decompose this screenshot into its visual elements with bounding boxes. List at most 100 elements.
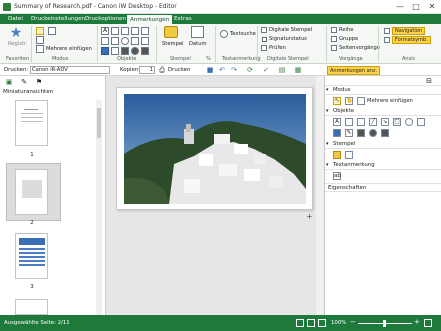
tab-druckeinstellungen[interactable]: Druckeinstellungen [28,14,88,24]
printer-icon[interactable]: ⎙ [158,66,166,74]
highlight-icon[interactable] [357,118,365,126]
document-view[interactable]: + [106,76,324,315]
tab-anmerkungen[interactable]: Anmerkungen [126,14,174,24]
document-page[interactable] [116,87,313,210]
group-label[interactable]: Gruppe [339,36,358,42]
printer-select[interactable]: Canon iR-ADV [30,66,110,74]
tab-druckoptionen[interactable]: Druckoptionen [82,14,129,24]
signature-status-checkbox[interactable] [262,37,267,42]
order-icon[interactable] [331,27,337,33]
zoom-slider-thumb[interactable] [383,320,386,327]
section-eigenschaften[interactable]: Eigenschaften [325,183,441,192]
pen-icon[interactable] [101,37,109,45]
line-icon[interactable] [131,27,139,35]
rotate-icon[interactable]: ⟳ [246,66,254,74]
polygon-icon[interactable] [131,37,139,45]
document-scrollbar[interactable] [316,76,324,315]
text-box-icon[interactable]: A [333,118,341,126]
navigation-button[interactable]: Navigation [392,27,425,35]
arrow-icon[interactable]: ↘ [381,118,389,126]
stamp-label[interactable]: Stempel [162,41,184,47]
group-icon[interactable] [331,36,337,42]
save-icon[interactable]: ■ [206,66,214,74]
maximize-button[interactable]: □ [408,0,424,14]
date-stamp-icon[interactable] [191,26,204,38]
tab-extras[interactable]: Extras [171,14,195,24]
filled-rectangle-icon[interactable] [121,47,129,55]
copies-input[interactable]: 1 [139,66,155,74]
digital-stamp-icon[interactable] [261,27,267,33]
fit-page-icon[interactable] [424,319,432,327]
thumbnail-page-4[interactable] [15,299,48,315]
filled-ellipse-icon[interactable] [131,47,139,55]
image-icon[interactable] [333,129,341,137]
stamp-icon[interactable] [164,26,178,38]
arrow-icon[interactable] [141,27,149,35]
select-cursor-icon[interactable]: ↖ [333,97,341,105]
text-search-icon[interactable] [220,30,228,38]
rectangle-icon[interactable] [111,37,119,45]
line-icon[interactable]: ╱ [369,118,377,126]
filled-polygon-icon[interactable] [141,47,149,55]
format-symbol-button[interactable]: Formatsymb. [392,36,431,44]
note-icon[interactable] [345,118,353,126]
check-icon[interactable]: ✓ [262,66,270,74]
text-box-icon[interactable]: A [101,27,109,35]
text-annotation-icon[interactable]: ab [333,172,341,180]
format-symbol-icon[interactable] [384,37,390,43]
star-icon[interactable]: ★ [9,26,23,40]
tab-datei[interactable]: Datei [5,14,26,24]
page-icon[interactable]: ▤ [278,66,286,74]
thumbnail-scrollbar[interactable] [96,100,102,315]
layout-icon[interactable]: ▦ [294,66,302,74]
select-cursor-icon[interactable] [36,27,44,35]
highlight-icon[interactable] [121,27,129,35]
scroll-view-icon[interactable] [318,319,326,327]
stamp-icon[interactable] [333,151,341,159]
order-label[interactable]: Reihe [339,27,353,33]
two-page-icon[interactable] [307,319,315,327]
scrollbar-thumb[interactable] [97,108,101,138]
hand-icon[interactable] [48,27,56,35]
annotation-view-icon[interactable]: ✎ [20,78,28,86]
date-label[interactable]: Datum [189,41,207,47]
section-textanmerkung[interactable]: ▾ Textanmerkung [325,161,441,170]
ellipse-icon[interactable] [405,118,413,126]
note-icon[interactable] [111,27,119,35]
minimize-button[interactable]: — [392,0,408,14]
rectangle-icon[interactable]: □ [393,118,401,126]
thumbnail-page-3[interactable] [15,233,48,279]
register-label[interactable]: Registr. [8,41,27,47]
thumbnail-page-2[interactable] [15,169,48,215]
thumbnail-page-1[interactable] [15,100,48,146]
ellipse-icon[interactable] [121,37,129,45]
page-operations-icon[interactable] [331,45,337,51]
multi-insert-label[interactable]: Mehrere einfügen [367,98,413,104]
multi-insert-label[interactable]: Mehrere einfügen [46,46,92,52]
single-page-icon[interactable] [296,319,304,327]
verify-icon[interactable] [261,45,267,51]
close-button[interactable]: ✕ [424,0,440,14]
verify-label[interactable]: Prüfen [269,45,286,51]
pen-icon[interactable]: ✎ [345,129,353,137]
page-operations-label[interactable]: Seitenvorgänge [339,45,380,51]
section-stempel[interactable]: ▾ Stempel [325,140,441,149]
multi-insert-icon[interactable] [357,97,365,105]
multi-insert-icon[interactable] [36,45,44,53]
thumbnail-view-icon[interactable]: ▣ [5,78,13,86]
text-select-icon[interactable] [36,36,44,44]
filled-rectangle-icon[interactable] [357,129,365,137]
redo-icon[interactable]: ↷ [230,66,238,74]
zoom-out-button[interactable]: − [350,318,356,326]
hand-icon[interactable]: ✋ [345,97,353,105]
date-stamp-icon[interactable] [345,151,353,159]
filled-ellipse-icon[interactable] [369,129,377,137]
section-objekte[interactable]: ▾ Objekte [325,107,441,116]
text-search-label[interactable]: Textsuche [230,31,256,37]
undo-icon[interactable]: ↶ [218,66,226,74]
polygon-icon[interactable] [417,118,425,126]
show-annotations-button[interactable]: Anmerkungen anz. [327,66,381,75]
zoom-in-button[interactable]: + [414,318,420,326]
bookmark-icon[interactable]: ⚑ [35,78,43,86]
section-modus[interactable]: ▾ Modus [325,86,441,95]
